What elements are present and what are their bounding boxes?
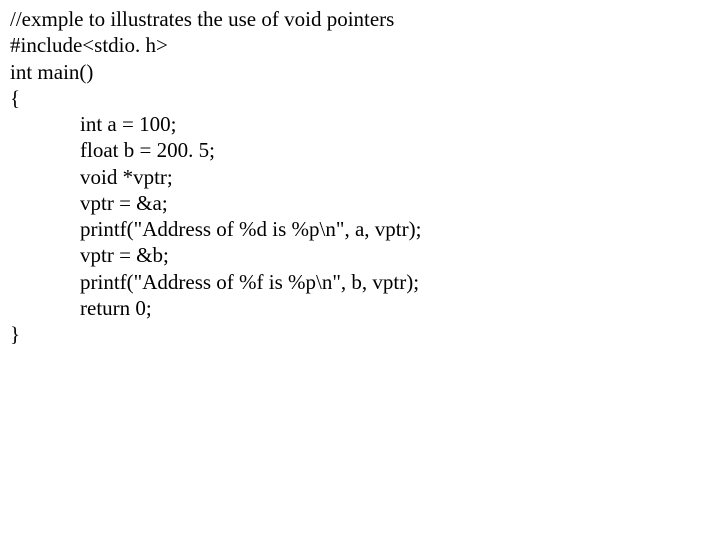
- code-line: return 0;: [10, 295, 710, 321]
- code-line: int a = 100;: [10, 111, 710, 137]
- code-line: #include<stdio. h>: [10, 32, 710, 58]
- code-line: //exmple to illustrates the use of void …: [10, 6, 710, 32]
- code-line: vptr = &b;: [10, 242, 710, 268]
- code-line: int main(): [10, 59, 710, 85]
- code-line: vptr = &a;: [10, 190, 710, 216]
- code-line: printf("Address of %f is %p\n", b, vptr)…: [10, 269, 710, 295]
- code-line: void *vptr;: [10, 164, 710, 190]
- code-snippet: //exmple to illustrates the use of void …: [0, 0, 720, 353]
- code-line: printf("Address of %d is %p\n", a, vptr)…: [10, 216, 710, 242]
- code-line: {: [10, 85, 710, 111]
- code-line: }: [10, 321, 710, 347]
- code-line: float b = 200. 5;: [10, 137, 710, 163]
